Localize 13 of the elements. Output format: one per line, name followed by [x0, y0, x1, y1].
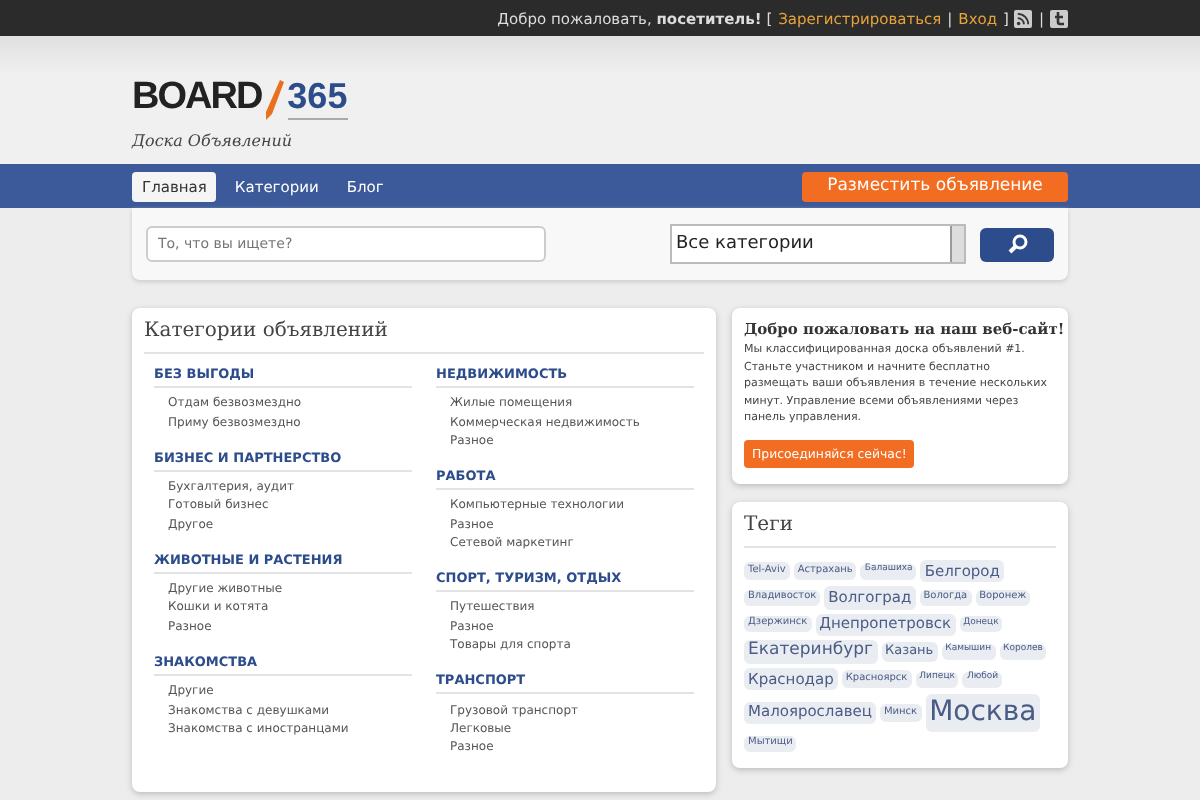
- tag-link[interactable]: Москва: [925, 694, 1041, 732]
- logo-number: 365: [287, 76, 348, 120]
- search-icon: [1007, 234, 1027, 254]
- pencil-icon: [265, 80, 284, 120]
- social-icon[interactable]: [1050, 9, 1068, 27]
- search-button[interactable]: [980, 227, 1054, 261]
- panel-title: Категории объявлений: [144, 320, 704, 354]
- rss-icon[interactable]: [1014, 9, 1033, 27]
- logo-word: BOARD: [132, 76, 262, 120]
- category-select[interactable]: Все категории: [670, 224, 966, 264]
- tag-link[interactable]: Екатеринбург: [744, 639, 878, 665]
- panel-title: Теги: [744, 514, 1056, 548]
- site-tagline: Доска Объявлений: [132, 132, 295, 150]
